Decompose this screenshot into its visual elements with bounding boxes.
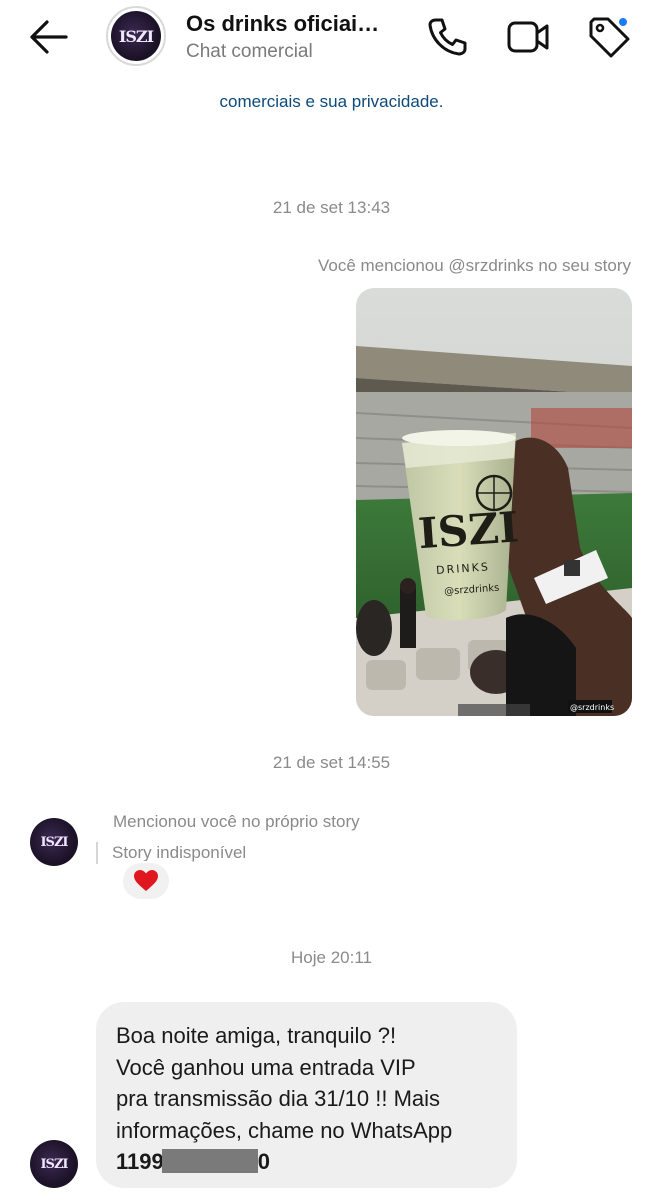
contact-subtitle: Chat comercial (186, 41, 313, 62)
video-icon (507, 21, 549, 53)
back-arrow-icon (30, 20, 68, 54)
story-photo: ISZI DRINKS @srzdrinks @srzdrinks (356, 288, 632, 716)
privacy-notice-link[interactable]: comerciais e sua privacidade. (0, 92, 663, 112)
cup-brand-text: ISZI (417, 502, 520, 558)
timestamp: 21 de set 13:43 (272, 198, 391, 217)
chat-header: ISZI Os drinks oficiai… Chat comercial (0, 0, 663, 80)
message-line: Boa noite amiga, tranquilo ?! (116, 1023, 397, 1048)
avatar-logo: ISZI (40, 834, 68, 850)
contact-avatar-small[interactable]: ISZI (30, 1140, 78, 1188)
timestamp: Hoje 20:11 (291, 948, 372, 967)
notification-dot (617, 16, 629, 28)
story-watermark: @srzdrinks (570, 703, 614, 712)
story-unavailable-label: Story indisponível (112, 843, 247, 862)
phone-number[interactable]: 1199 0 (116, 1146, 497, 1178)
video-call-button[interactable] (505, 14, 551, 60)
reply-bar (96, 842, 98, 864)
timestamp: 21 de set 14:55 (272, 753, 391, 772)
redaction-block (161, 1149, 258, 1173)
incoming-mention-label: Mencionou você no próprio story (113, 812, 360, 831)
message-bubble[interactable]: Boa noite amiga, tranquilo ?! Você ganho… (96, 1002, 517, 1188)
avatar-logo: ISZI (118, 26, 154, 46)
contact-avatar[interactable]: ISZI (106, 6, 166, 66)
phone-suffix: 0 (257, 1149, 270, 1174)
heart-icon (134, 870, 158, 891)
story-image[interactable]: ISZI DRINKS @srzdrinks @srzdrinks (356, 288, 632, 716)
back-button[interactable] (22, 14, 72, 60)
phone-prefix: 1199 (116, 1149, 164, 1174)
message-line: pra transmissão dia 31/10 !! Mais (116, 1086, 441, 1111)
phone-icon (428, 18, 467, 56)
outgoing-mention-label: Você mencionou @srzdrinks no seu story (317, 256, 631, 275)
message-line: Você ganhou uma entrada VIP (116, 1054, 416, 1080)
reaction-badge[interactable] (121, 861, 171, 901)
voice-call-button[interactable] (424, 14, 470, 60)
message-line: informações, chame no WhatsApp (116, 1117, 453, 1143)
contact-name[interactable]: Os drinks oficiai… (186, 11, 379, 37)
contact-avatar-small[interactable]: ISZI (30, 818, 78, 866)
avatar-logo: ISZI (40, 1156, 68, 1172)
